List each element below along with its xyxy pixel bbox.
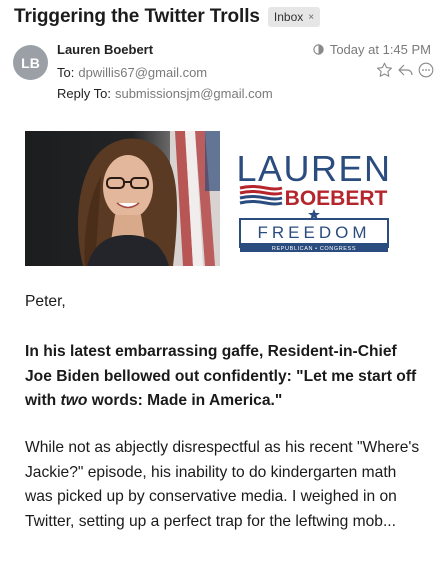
date-row: Today at 1:45 PM bbox=[313, 42, 431, 57]
bold-paragraph: In his latest embarrassing gaffe, Reside… bbox=[25, 340, 421, 414]
logo-subtitle-text: REPUBLICAN • CONGRESS bbox=[272, 246, 356, 252]
email-subject: Triggering the Twitter Trolls bbox=[14, 6, 260, 27]
bold-paragraph-emphasis: two bbox=[60, 392, 88, 409]
reply-to-label: Reply To: bbox=[57, 86, 111, 101]
to-label: To: bbox=[57, 65, 75, 80]
body-paragraph: While not as abjectly disrespectful as h… bbox=[25, 439, 420, 530]
bold-paragraph-part2: words: Made in America." bbox=[87, 392, 283, 409]
half-circle-icon bbox=[313, 44, 324, 55]
reply-to-row: Reply To: submissionsjm@gmail.com bbox=[57, 86, 273, 101]
portrait-photo bbox=[25, 131, 220, 266]
remove-label-icon[interactable]: × bbox=[308, 12, 314, 23]
email-header: Triggering the Twitter Trolls Inbox × bbox=[14, 6, 321, 28]
inbox-label-badge[interactable]: Inbox × bbox=[267, 7, 321, 27]
logo-lauren-text: LAUREN bbox=[238, 148, 390, 189]
campaign-logo: LAUREN BOEBERT FREEDOM REPUBLICAN • CONG… bbox=[238, 148, 390, 252]
logo-boebert-text: BOEBERT bbox=[285, 187, 388, 210]
email-date: Today at 1:45 PM bbox=[329, 42, 431, 57]
to-row: To: dpwillis67@gmail.com bbox=[57, 65, 207, 80]
message-actions bbox=[376, 62, 434, 78]
sender-name[interactable]: Lauren Boebert bbox=[57, 42, 153, 57]
reply-icon[interactable] bbox=[397, 62, 414, 78]
to-address[interactable]: dpwillis67@gmail.com bbox=[78, 65, 207, 80]
greeting: Peter, bbox=[25, 293, 66, 310]
reply-to-address[interactable]: submissionsjm@gmail.com bbox=[115, 86, 273, 101]
star-icon[interactable] bbox=[376, 62, 393, 78]
sender-avatar: LB bbox=[13, 45, 48, 80]
more-icon[interactable] bbox=[418, 62, 434, 78]
header-banner: LAUREN BOEBERT FREEDOM REPUBLICAN • CONG… bbox=[25, 131, 418, 266]
logo-freedom-text: FREEDOM bbox=[258, 223, 371, 242]
inbox-label-text: Inbox bbox=[273, 10, 304, 24]
